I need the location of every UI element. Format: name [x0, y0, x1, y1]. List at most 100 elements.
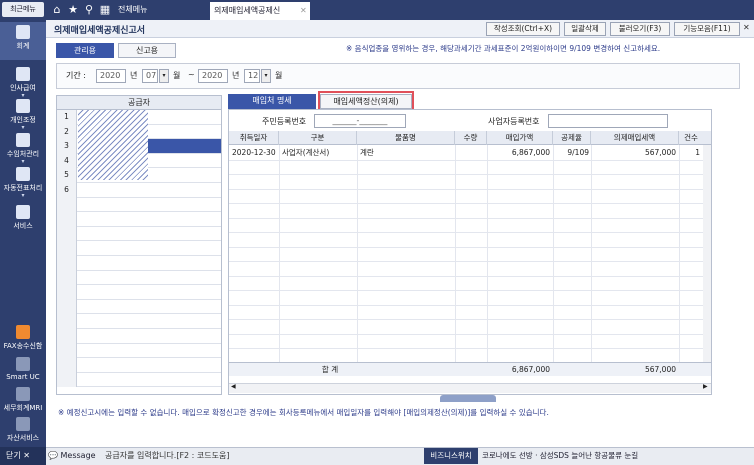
from-month-input[interactable]: 07 [142, 69, 158, 83]
sidebar-item-auto-voucher[interactable]: 자동전표처리 ▾ [0, 164, 46, 202]
list-item[interactable] [57, 183, 221, 198]
bulk-delete-button[interactable]: 일괄삭제 [564, 22, 606, 36]
period-label: 기간 : [66, 71, 86, 80]
row-number: 2 [57, 124, 77, 140]
sidebar-close-button[interactable]: 닫기 ✕ [0, 447, 46, 465]
table-row [229, 203, 711, 204]
load-button[interactable]: 불러오기(F3) [610, 22, 670, 36]
table-row [229, 304, 711, 306]
sidebar-item-personal-adjust[interactable]: 개인조정 ▾ [0, 96, 46, 134]
col-date: 취득일자 [229, 131, 279, 145]
bottom-note: ※ 예정신고시에는 입력할 수 없습니다. 매입으로 확정신고한 경우에는 회사… [58, 408, 549, 417]
cell-qty[interactable] [455, 146, 485, 160]
all-menu-link[interactable]: 전체메뉴 [118, 4, 147, 15]
search-icon[interactable]: ⚲ [82, 3, 96, 17]
business-number-input[interactable] [548, 114, 668, 128]
table-row [229, 174, 711, 175]
selected-row[interactable] [148, 139, 221, 153]
table-row [229, 188, 711, 190]
sidebar-item-service[interactable]: 서비스 [0, 202, 46, 240]
list-item[interactable] [57, 212, 221, 227]
star-icon[interactable]: ★ [66, 3, 80, 17]
column-divider [455, 145, 456, 363]
row-number [57, 329, 77, 344]
from-year-input[interactable]: 2020 [96, 69, 126, 83]
sidebar-item-client-management[interactable]: 수임처관리 ▾ [0, 130, 46, 168]
home-icon[interactable]: ⌂ [50, 3, 64, 17]
list-item[interactable] [57, 241, 221, 256]
row-number: 1 [57, 110, 77, 125]
close-icon[interactable]: ✕ [743, 23, 750, 32]
recent-menu-button[interactable]: 최근메뉴 [2, 2, 44, 17]
documents-icon [16, 167, 30, 181]
message-button[interactable]: 💬 Message [48, 449, 100, 463]
row-number: 3 [57, 139, 77, 154]
column-divider [279, 145, 280, 363]
grid-menu-icon[interactable]: ▦ [98, 3, 112, 17]
calculator-icon [16, 25, 30, 39]
row-number [57, 314, 77, 329]
col-item: 물품명 [357, 131, 455, 145]
list-item[interactable] [57, 271, 221, 286]
cell-rate[interactable]: 9/109 [553, 146, 589, 160]
scroll-left-icon[interactable]: ◀ [231, 383, 236, 390]
row-number [57, 270, 77, 286]
grid-icon [16, 417, 30, 431]
col-rate: 공제율 [553, 131, 591, 145]
list-item[interactable] [57, 300, 221, 315]
list-item[interactable] [57, 198, 221, 213]
cell-date[interactable]: 2020-12-30 [232, 146, 278, 160]
col-count: 건수 [684, 133, 698, 142]
horizontal-scrollbar[interactable] [229, 383, 711, 393]
list-item[interactable] [57, 285, 221, 300]
row-number: 4 [57, 153, 77, 169]
query-button[interactable]: 작성조회(Ctrl+X) [486, 22, 560, 36]
to-month-input[interactable]: 12 [244, 69, 260, 83]
business-watch-button[interactable]: 비즈니스위치 [424, 448, 478, 464]
tab-purchase-details[interactable]: 매입처 명세 [228, 94, 316, 109]
scroll-right-icon[interactable]: ▶ [703, 383, 708, 390]
resident-number-input[interactable]: ______-_______ [314, 114, 406, 128]
from-month-dropdown-icon[interactable]: ▾ [159, 69, 169, 83]
cell-item[interactable]: 계란 [360, 146, 454, 160]
list-item[interactable] [57, 314, 221, 329]
cell-type[interactable]: 사업자(계산서) [282, 146, 356, 160]
features-button[interactable]: 기능모음(F11) [674, 22, 740, 36]
list-item[interactable] [57, 358, 221, 373]
business-number-label: 사업자등록번호 [488, 117, 540, 126]
person-icon [16, 99, 30, 113]
list-item[interactable] [57, 373, 221, 388]
vertical-scrollbar[interactable] [703, 145, 711, 362]
table-row [229, 246, 711, 248]
table-row [229, 275, 711, 277]
cell-tax[interactable]: 567,000 [591, 146, 676, 160]
list-item[interactable] [57, 227, 221, 242]
tab-close-icon[interactable]: ✕ [300, 2, 307, 20]
col-tax: 의제매입세액 [591, 131, 679, 145]
people-icon [16, 133, 30, 147]
status-text: 공급자를 입력합니다.[F2 : 코드도움] [105, 451, 230, 460]
row-number [57, 197, 77, 213]
tab-management[interactable]: 관리용 [56, 43, 114, 58]
chart-icon [16, 387, 30, 401]
row-number [57, 372, 77, 388]
monitor-icon [16, 205, 30, 219]
list-item[interactable] [57, 256, 221, 271]
sidebar-item-accounting[interactable]: 회계 [0, 22, 46, 60]
to-month-dropdown-icon[interactable]: ▾ [261, 69, 271, 83]
list-item[interactable] [57, 344, 221, 359]
tab-document[interactable]: 의제매입세액공제신 [210, 2, 310, 20]
tab-report[interactable]: 신고용 [118, 43, 176, 58]
news-ticker[interactable]: 코로나에도 선방 · 삼성SDS 늘어난 항공물류 눈길 [482, 449, 638, 463]
column-divider [679, 145, 680, 363]
col-type: 구분 [279, 131, 357, 145]
to-year-input[interactable]: 2020 [198, 69, 228, 83]
cell-count[interactable]: 1 [679, 146, 700, 160]
cell-amount[interactable]: 6,867,000 [487, 146, 550, 160]
expand-handle-icon[interactable] [440, 395, 496, 402]
list-item[interactable] [57, 329, 221, 344]
chat-icon: 💬 [48, 451, 58, 460]
year-suffix: 년 [130, 71, 138, 80]
table-row [229, 217, 711, 219]
table-row [229, 333, 711, 335]
